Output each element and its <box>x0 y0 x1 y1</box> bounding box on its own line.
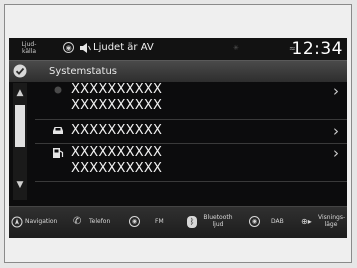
check-icon <box>13 64 27 78</box>
radio-icon: ◉ <box>249 216 260 227</box>
status-indicator-icon: ✳ <box>233 44 239 52</box>
fm-button[interactable]: ◉ FM <box>129 207 173 238</box>
bluetooth-audio-button[interactable]: ᛒ Bluetooth ljud <box>187 207 243 238</box>
navigation-button[interactable]: Navigation <box>11 207 67 238</box>
radio-icon: ◉ <box>129 216 140 227</box>
list-item-line: XXXXXXXXXX <box>71 145 163 160</box>
list-item-line: XXXXXXXXXX <box>71 82 163 97</box>
bluetooth-icon: ᛒ <box>187 216 197 228</box>
dab-label: DAB <box>271 218 284 225</box>
chevron-right-icon: › <box>333 144 339 162</box>
phone-icon: ✆ <box>73 216 82 227</box>
dab-button[interactable]: ◉ DAB <box>249 207 293 238</box>
navigation-label: Navigation <box>25 218 58 225</box>
scroll-thumb[interactable] <box>15 105 25 147</box>
car-icon <box>53 127 63 134</box>
chevron-right-icon: › <box>333 122 339 140</box>
system-status-list: ▲ ▼ XXXXXXXXXX XXXXXXXXXX › XXXXXXXXXX ›… <box>9 81 347 202</box>
list-item[interactable]: XXXXXXXXXX XXXXXXXXXX › <box>35 143 347 182</box>
viewing-settings-label: Visnings- läge <box>318 214 346 228</box>
bluetooth-audio-label: Bluetooth ljud <box>203 214 233 228</box>
phone-label: Telefon <box>89 218 111 225</box>
list-item-line: XXXXXXXXXX <box>71 123 163 138</box>
title-bar: Systemstatus <box>9 60 347 82</box>
chevron-right-icon: › <box>333 82 339 100</box>
list-item-line: XXXXXXXXXX <box>71 98 163 113</box>
list-item[interactable]: XXXXXXXXXX › <box>35 119 347 144</box>
viewing-settings-button[interactable]: ⊕▸ Visnings- läge <box>301 207 347 238</box>
clock: 12:34 <box>291 39 343 59</box>
bottom-bar: Navigation ✆ Telefon ◉ FM ᛒ Bluetooth lj… <box>9 206 347 238</box>
list-item-line: XXXXXXXXXX <box>71 161 163 176</box>
fm-label: FM <box>155 218 164 225</box>
sound-status-text: Ljudet är AV <box>93 42 154 53</box>
speaker-icon <box>80 43 91 53</box>
display-mode-icon: ⊕▸ <box>301 217 312 226</box>
status-bar: Ljud- källa ◉ Ljudet är AV ✳ ≈ 12:34 <box>9 38 347 60</box>
scroll-down-icon[interactable]: ▼ <box>13 179 27 191</box>
audio-source-button[interactable]: Ljud- källa <box>18 41 40 55</box>
fuel-pump-icon <box>53 148 64 158</box>
navigation-icon <box>11 216 23 228</box>
audio-source-label: Ljud- källa <box>21 41 37 55</box>
audio-circle-icon[interactable]: ◉ <box>63 42 74 53</box>
phone-button[interactable]: ✆ Telefon <box>71 207 115 238</box>
page-title: Systemstatus <box>49 66 118 77</box>
list-item[interactable]: XXXXXXXXXX XXXXXXXXXX › <box>35 81 347 120</box>
scroll-up-icon[interactable]: ▲ <box>13 87 27 99</box>
dot-icon <box>54 86 62 94</box>
scrollbar[interactable]: ▲ ▼ <box>13 83 27 200</box>
head-unit-screen: Ljud- källa ◉ Ljudet är AV ✳ ≈ 12:34 Sys… <box>9 38 347 238</box>
